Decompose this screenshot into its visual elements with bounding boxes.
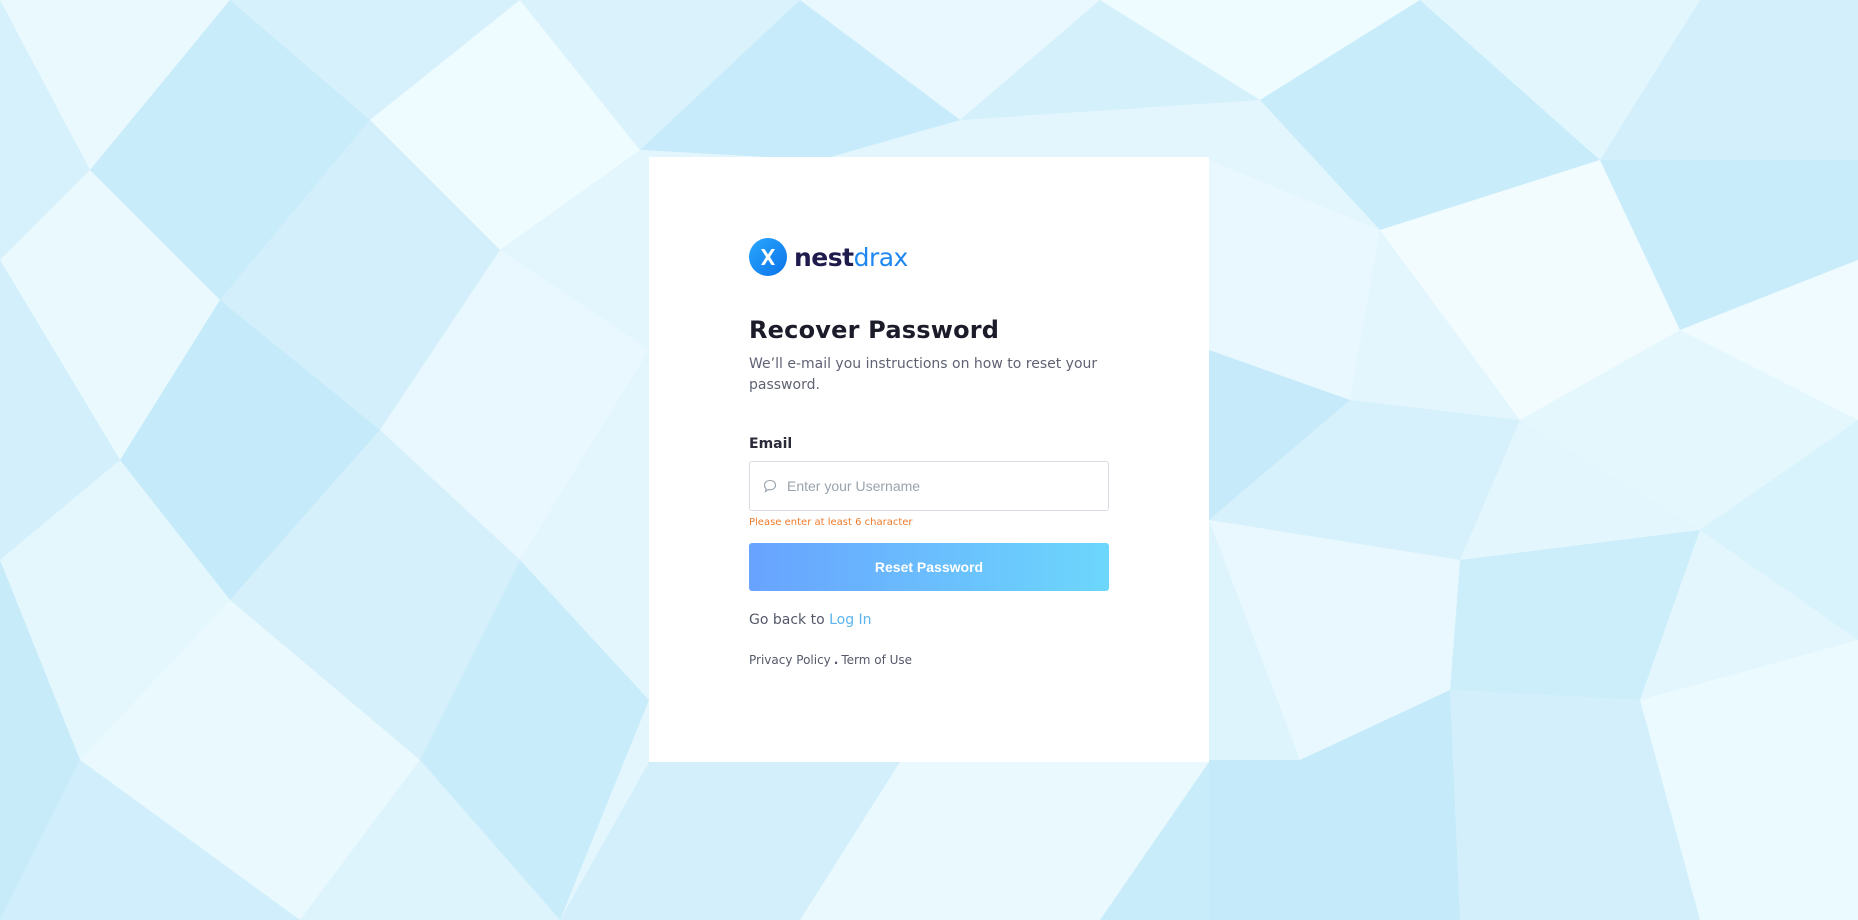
brand-name: nestdrax (794, 245, 908, 270)
terms-of-use-link[interactable]: Term of Use (841, 653, 912, 667)
go-back-row: Go back to Log In (749, 612, 1109, 628)
email-field[interactable] (749, 461, 1109, 511)
brand-name-bold: nest (794, 242, 854, 272)
email-label: Email (749, 436, 793, 452)
footer-separator: . (833, 653, 839, 667)
page-title: Recover Password (749, 316, 1000, 344)
recover-password-card: nestdrax Recover Password We’ll e-mail y… (649, 157, 1209, 762)
brand-logo[interactable]: nestdrax (749, 237, 1109, 277)
login-link[interactable]: Log In (829, 612, 871, 628)
go-back-text: Go back to (749, 612, 825, 628)
recover-password-form: nestdrax Recover Password We’ll e-mail y… (749, 237, 1109, 667)
email-input[interactable] (785, 477, 1089, 495)
page-subtitle: We’ll e-mail you instructions on how to … (749, 356, 1098, 393)
reset-password-button[interactable]: Reset Password (749, 543, 1109, 591)
email-error-message: Please enter at least 6 character (749, 517, 913, 528)
brand-name-light: drax (853, 242, 909, 272)
nestdrax-logo-icon (749, 238, 787, 276)
privacy-policy-link[interactable]: Privacy Policy (749, 653, 831, 667)
speech-bubble-icon (762, 478, 778, 494)
footer-links: Privacy Policy. Term of Use (749, 653, 1109, 667)
